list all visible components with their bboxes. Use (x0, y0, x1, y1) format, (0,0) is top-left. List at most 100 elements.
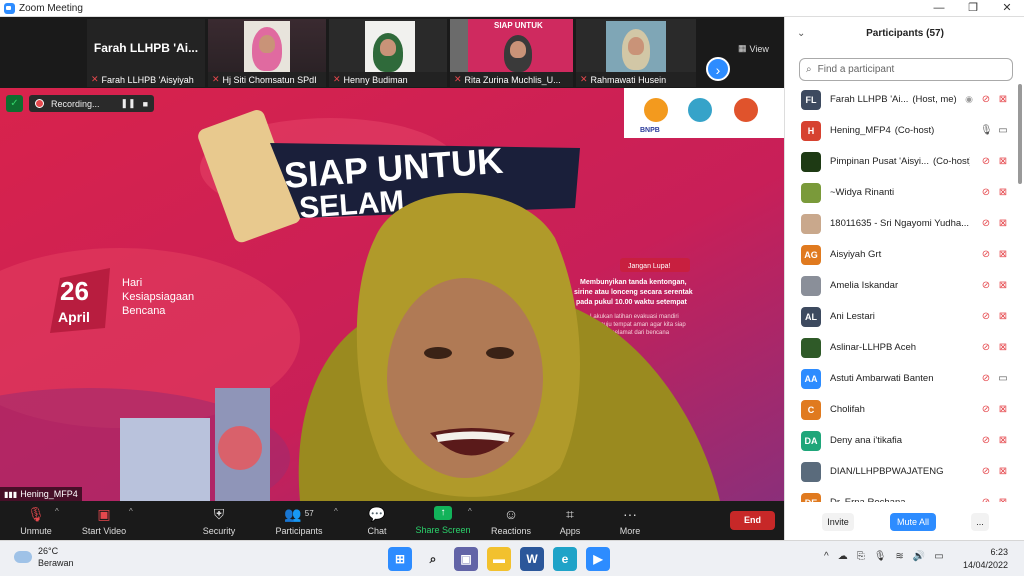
svg-text:sirine atau lonceng secara ser: sirine atau lonceng secara serentak (574, 289, 693, 296)
mic-muted-icon[interactable]: ⊘ (980, 342, 992, 353)
participant-list-scrollbar[interactable] (1018, 84, 1023, 502)
minimize-button[interactable]: — (922, 0, 956, 17)
mic-muted-icon[interactable]: ⊘ (980, 156, 992, 167)
participants-button[interactable]: 👥 57 Participants (270, 501, 328, 540)
mute-all-button[interactable]: Mute All (890, 513, 936, 531)
mic-muted-icon[interactable]: ⊘ (980, 435, 992, 446)
video-options-chevron-icon[interactable]: ^ (129, 507, 133, 516)
mic-muted-icon[interactable]: ⊘ (980, 187, 992, 198)
search-input[interactable] (817, 64, 998, 75)
video-off-icon: ⊠ (998, 311, 1008, 322)
thumbnail-name: ✕ Henny Budiman (333, 74, 408, 85)
mic-on-icon[interactable]: 🎙 (980, 125, 993, 136)
weather-widget[interactable]: 26°C Berawan (14, 545, 74, 569)
view-button[interactable]: ▦ View (738, 43, 769, 54)
participant-row[interactable]: AL Ani Lestari ⊘ ⊠ (785, 301, 1017, 332)
thumbnail-tile[interactable]: SIAP UNTUK ✕ Rita Zurina Muchlis_U... (450, 19, 573, 87)
audio-options-chevron-icon[interactable]: ^ (55, 507, 59, 516)
thumbnail-name: ✕ Farah LLHPB 'Aisyiyah (91, 74, 194, 85)
participant-row[interactable]: DA Deny ana i'tikafia ⊘ ⊠ (785, 425, 1017, 456)
mic-muted-icon[interactable]: ⊘ (980, 466, 992, 477)
mic-muted-icon: ✕ (454, 74, 462, 84)
unmute-button[interactable]: 🎙 Unmute (16, 501, 56, 540)
mic-muted-icon: ✕ (333, 74, 341, 84)
mic-muted-icon[interactable]: ⊘ (980, 311, 992, 322)
participant-row[interactable]: Aslinar-LLHPB Aceh ⊘ ⊠ (785, 332, 1017, 363)
svg-text:26: 26 (60, 276, 89, 306)
security-button[interactable]: ⛨ Security (198, 501, 240, 540)
participant-row[interactable]: AA Astuti Ambarwati Banten ⊘ ▭ (785, 363, 1017, 394)
avatar (801, 461, 821, 482)
thumbnail-tile[interactable]: ✕ Hj Siti Chomsatun SPdI (208, 19, 326, 87)
search-icon[interactable]: ⌕ (421, 547, 445, 571)
onedrive-cloud-icon[interactable]: ☁ (838, 551, 848, 562)
mic-muted-icon[interactable]: ⊘ (980, 404, 992, 415)
end-meeting-button[interactable]: End (730, 511, 775, 530)
invite-button[interactable]: Invite (822, 513, 854, 531)
thumbnail-tile[interactable]: ✕ Henny Budiman (329, 19, 447, 87)
battery-icon[interactable]: ▭ (934, 551, 943, 562)
usb-icon[interactable]: ⎘ (857, 551, 865, 562)
panel-more-button[interactable]: ... (971, 513, 989, 531)
participant-name-text: ~Widya Rinanti (830, 187, 895, 198)
video-on-icon: ▭ (998, 373, 1008, 384)
mic-muted-icon[interactable]: ⊘ (980, 373, 992, 384)
mic-muted-icon[interactable]: ⊘ (980, 218, 992, 229)
pause-recording-icon[interactable]: ❚❚ (121, 98, 136, 109)
reactions-button[interactable]: ☺ Reactions (488, 501, 534, 540)
mic-muted-icon[interactable]: ⊘ (980, 94, 992, 105)
participant-row[interactable]: DIAN/LLHPBPWAJATENG ⊘ ⊠ (785, 456, 1017, 487)
next-page-arrow-icon[interactable]: › (706, 57, 730, 81)
share-options-chevron-icon[interactable]: ^ (468, 507, 472, 516)
participant-search[interactable]: ⌕ (799, 58, 1013, 81)
reactions-icon: ☺ (503, 505, 519, 522)
speaker-name-label: ▮▮▮ Hening_MFP4 (0, 487, 82, 501)
participant-name: Aisyiyah Grt (830, 249, 970, 260)
volume-icon[interactable]: 🔊 (913, 551, 925, 562)
participant-row[interactable]: Pimpinan Pusat 'Aisyi... (Co-host) ⊘ ⊠ (785, 146, 1017, 177)
microphone-icon[interactable]: 🎙 (874, 551, 887, 562)
participant-row[interactable]: H Hening_MFP4 (Co-host) 🎙 ▭ (785, 115, 1017, 146)
security-shield-icon[interactable]: ✓ (6, 95, 23, 112)
file-explorer-icon[interactable]: ▬ (487, 547, 511, 571)
word-icon[interactable]: W (520, 547, 544, 571)
participant-status-icons: ⊘⊠ (961, 497, 1009, 502)
participant-row[interactable]: ~Widya Rinanti ⊘ ⊠ (785, 177, 1017, 208)
apps-button[interactable]: ⌗ Apps (554, 501, 586, 540)
participant-name-text: Aisyiyah Grt (830, 249, 882, 260)
windows-start-icon[interactable]: ⊞ (388, 547, 412, 571)
edge-icon[interactable]: e (553, 547, 577, 571)
zoom-icon[interactable]: ▶ (586, 547, 610, 571)
participant-row[interactable]: FL Farah LLHPB 'Ai... (Host, me) ◉ ⊘ ⊠ (785, 84, 1017, 115)
thumbnail-tile[interactable]: ✕ Rahmawati Husein (576, 19, 696, 87)
participants-options-chevron-icon[interactable]: ^ (334, 507, 338, 516)
chat-button[interactable]: 💬 Chat (359, 501, 395, 540)
tray-overflow-chevron-icon[interactable]: ^ (824, 551, 829, 562)
close-button[interactable]: ✕ (990, 0, 1024, 17)
clock[interactable]: 6:23 14/04/2022 (958, 546, 1008, 572)
maximize-button[interactable]: ❐ (956, 0, 990, 17)
stop-recording-icon[interactable]: ■ (143, 99, 148, 109)
participant-row[interactable]: AG Aisyiyah Grt ⊘ ⊠ (785, 239, 1017, 270)
participant-row[interactable]: Amelia Iskandar ⊘ ⊠ (785, 270, 1017, 301)
more-button[interactable]: ··· More (614, 501, 646, 540)
mic-muted-icon[interactable]: ⊘ (980, 497, 992, 502)
thumbnail-tile[interactable]: Farah LLHPB 'Ai... ✕ Farah LLHPB 'Aisyiya… (87, 19, 205, 87)
participant-row[interactable]: DEDr. Erna Rochana⊘⊠ (785, 487, 1017, 502)
video-off-icon: ⊠ (998, 404, 1008, 415)
participant-row[interactable]: C Cholifah ⊘ ⊠ (785, 394, 1017, 425)
participant-row[interactable]: 18011635 - Sri Ngayomi Yudha... ⊘ ⊠ (785, 208, 1017, 239)
mic-muted-icon[interactable]: ⊘ (980, 249, 992, 260)
video-on-icon: ▭ (998, 125, 1008, 136)
share-screen-button[interactable]: ↑ Share Screen (414, 501, 472, 540)
start-video-button[interactable]: ▣ Start Video (78, 501, 130, 540)
participant-name: Farah LLHPB 'Ai... (Host, me) (830, 94, 970, 105)
participant-name: Aslinar-LLHPB Aceh (830, 342, 970, 353)
avatar: AL (801, 306, 821, 327)
mic-muted-icon[interactable]: ⊘ (980, 280, 992, 291)
avatar: DE (801, 492, 821, 502)
wifi-icon[interactable]: ≋ (895, 551, 903, 562)
avatar (801, 213, 821, 234)
teams-chat-icon[interactable]: ▣ (454, 547, 478, 571)
avatar: DA (801, 430, 821, 451)
